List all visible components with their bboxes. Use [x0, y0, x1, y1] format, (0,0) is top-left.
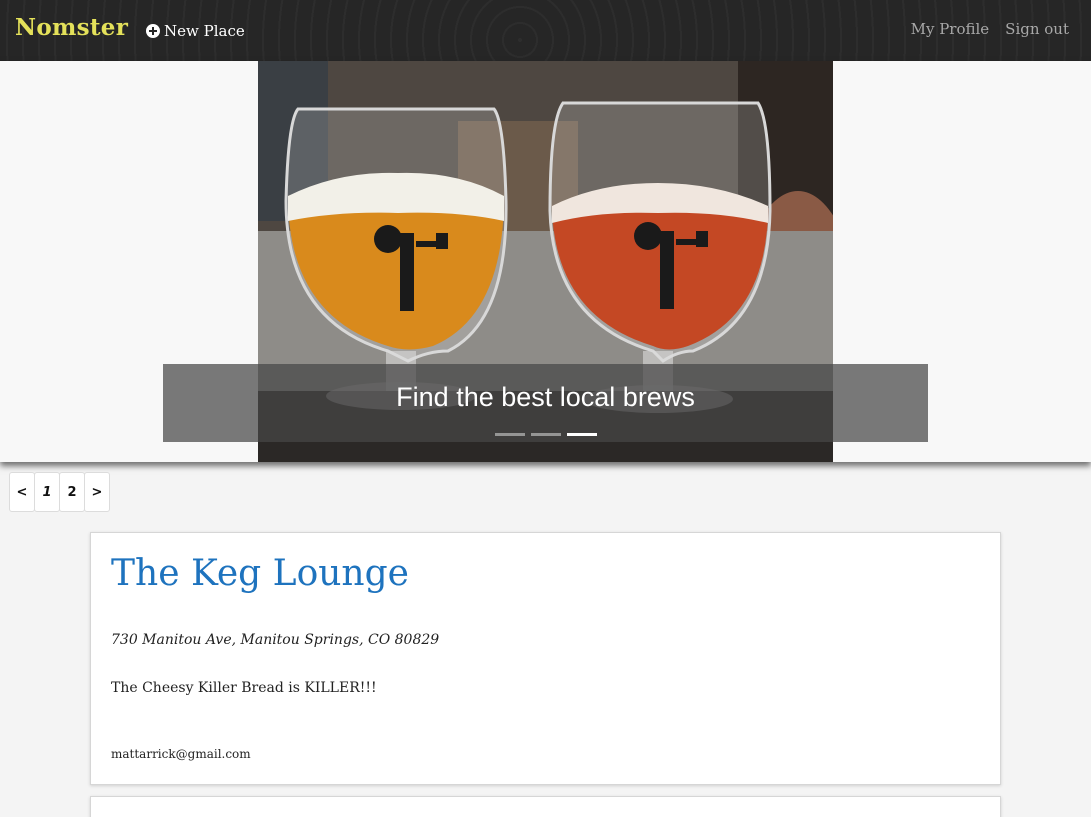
place-card	[90, 796, 1001, 817]
place-name-link[interactable]: The Keg Lounge	[111, 553, 409, 594]
brand-logo[interactable]: Nomster	[15, 14, 128, 41]
pagination-page-1[interactable]: 1	[34, 472, 60, 512]
top-navbar: Nomster New Place My Profile Sign out	[0, 0, 1091, 61]
carousel-indicator-3[interactable]	[567, 433, 597, 436]
carousel-indicator-1[interactable]	[495, 433, 525, 436]
pagination-next-button[interactable]: >	[84, 472, 110, 512]
pagination-prev-button[interactable]: <	[9, 472, 35, 512]
carousel-indicators	[495, 433, 597, 436]
place-description: The Cheesy Killer Bread is KILLER!!!	[111, 680, 377, 696]
pagination: < 1 2 >	[9, 472, 110, 512]
nav-right-links: My Profile Sign out	[911, 20, 1069, 38]
carousel-caption-text: Find the best local brews	[396, 382, 695, 412]
carousel: Find the best local brews	[0, 61, 1091, 462]
place-owner-email: mattarrick@gmail.com	[111, 747, 251, 761]
sign-out-link[interactable]: Sign out	[1005, 20, 1069, 38]
pagination-page-2[interactable]: 2	[59, 472, 85, 512]
new-place-label: New Place	[164, 22, 245, 40]
place-address: 730 Manitou Ave, Manitou Springs, CO 808…	[111, 632, 440, 648]
my-profile-link[interactable]: My Profile	[911, 20, 990, 38]
plus-circle-icon	[146, 24, 160, 38]
carousel-caption: Find the best local brews	[163, 364, 928, 442]
new-place-link[interactable]: New Place	[146, 20, 245, 42]
carousel-indicator-2[interactable]	[531, 433, 561, 436]
place-card: The Keg Lounge 730 Manitou Ave, Manitou …	[90, 532, 1001, 785]
